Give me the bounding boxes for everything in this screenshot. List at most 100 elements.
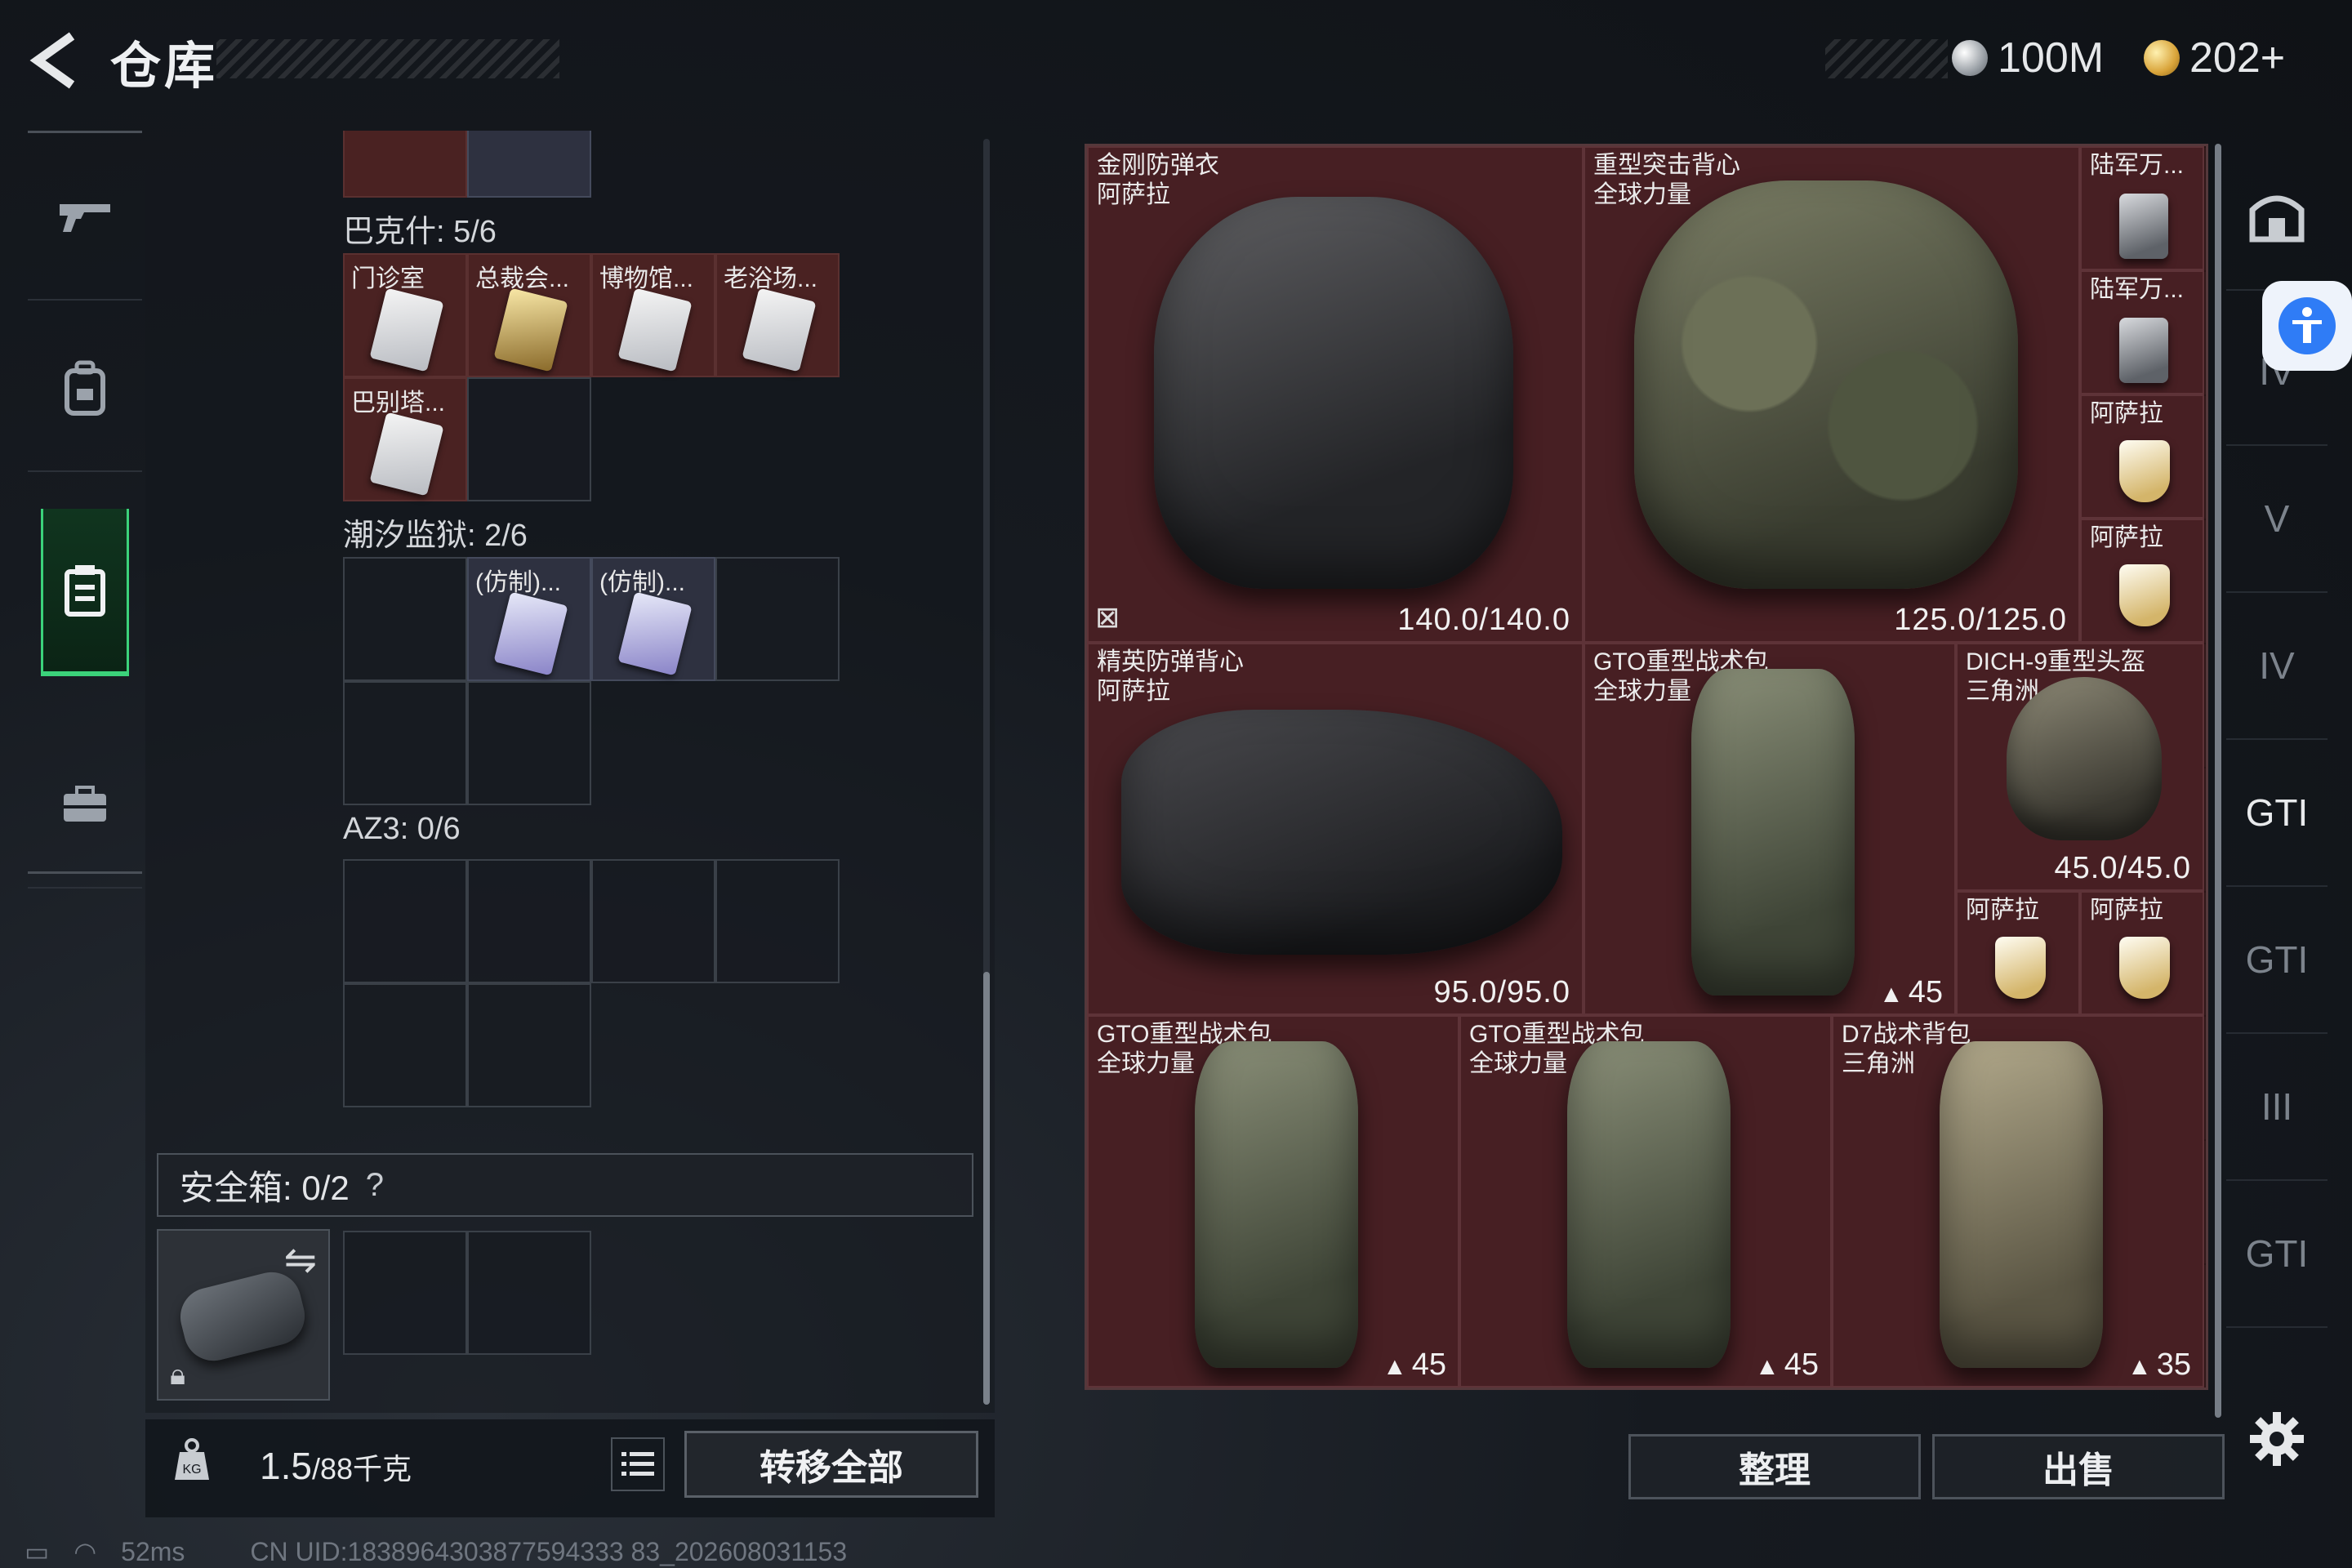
back-button[interactable]	[24, 29, 82, 91]
stash-item-helmet[interactable]: DICH-9重型头盔 三角洲 45.0/45.0	[1956, 643, 2204, 891]
item-faction: 全球力量	[1469, 1050, 1567, 1077]
keycard-slot[interactable]: 总裁会...	[467, 253, 591, 377]
container-scrollbar-thumb[interactable]	[983, 972, 990, 1405]
settings-button[interactable]	[2246, 1408, 2308, 1470]
item-name: 巴别塔...	[351, 390, 446, 416]
keycard-icon	[617, 287, 693, 372]
stash-item-armor[interactable]: 金刚防弹衣 阿萨拉 ⊠ 140.0/140.0	[1087, 146, 1584, 643]
category-briefcase[interactable]	[28, 721, 142, 889]
armor-image	[1634, 180, 2018, 589]
empty-slot[interactable]	[343, 983, 467, 1107]
stash-item-armor[interactable]: 重型突击背心 全球力量 125.0/125.0	[1584, 146, 2080, 643]
silver-currency[interactable]: 100M	[1952, 29, 2104, 87]
list-view-button[interactable]	[611, 1437, 665, 1491]
keycard-slot[interactable]: 博物馆...	[591, 253, 715, 377]
stash-tab[interactable]: GTI	[2226, 1181, 2328, 1328]
weight-icon: KG	[172, 1437, 212, 1486]
empty-slot[interactable]	[715, 557, 840, 681]
swap-icon[interactable]: ⇋	[284, 1237, 317, 1283]
stash-item-pack[interactable]: GTO重型战术包 全球力量 ▲ 45	[1584, 643, 1956, 1015]
item-name: 老浴场...	[724, 265, 818, 292]
silver-amount: 100M	[1998, 34, 2105, 82]
empty-slot[interactable]	[467, 859, 591, 983]
item-name: 金刚防弹衣	[1097, 152, 1219, 179]
organize-button[interactable]: 整理	[1628, 1434, 1921, 1499]
page-title: 仓库	[110, 38, 219, 95]
stash-item-small[interactable]: 阿萨拉	[2080, 394, 2204, 519]
stash-item-small[interactable]: 阿萨拉	[2080, 519, 2204, 643]
cup-image	[2119, 937, 2170, 999]
keycard-slot[interactable]: (仿制)...	[591, 557, 715, 681]
keycard-icon	[369, 412, 444, 497]
stash-item-small[interactable]: 阿萨拉	[1956, 891, 2080, 1015]
stash-item-small[interactable]: 陆军万...	[2080, 146, 2204, 270]
keycard-slot[interactable]: (仿制)...	[467, 557, 591, 681]
armor-image	[1121, 710, 1562, 955]
accessibility-button[interactable]	[2262, 281, 2352, 371]
container-label-bakshi: 巴克什: 5/6	[343, 215, 497, 249]
item-faction: 三角洲	[1842, 1050, 1915, 1077]
item-name: 阿萨拉	[2090, 524, 2163, 551]
weight-value: 1.5	[260, 1445, 312, 1487]
empty-slot[interactable]	[343, 681, 467, 805]
gold-currency[interactable]: 202+	[2144, 29, 2285, 87]
stash-tab[interactable]: III	[2226, 1034, 2328, 1181]
keycard-slot[interactable]: 巴别塔...	[343, 377, 467, 501]
keycard-slot[interactable]: 老浴场...	[715, 253, 840, 377]
help-icon[interactable]: ?	[366, 1167, 384, 1204]
stash-tab[interactable]: IV	[2226, 593, 2328, 740]
safe-box-slot[interactable]	[343, 1231, 467, 1355]
device-image	[2119, 194, 2168, 259]
stash-tab-home[interactable]	[2226, 144, 2328, 291]
category-backpack[interactable]	[28, 305, 142, 472]
ping-text: 52ms	[121, 1536, 185, 1566]
category-weapons[interactable]	[28, 133, 142, 301]
stash-item-armor[interactable]: 精英防弹背心 阿萨拉 95.0/95.0	[1087, 643, 1584, 1015]
item-faction: 全球力量	[1593, 678, 1691, 705]
item-capacity: ▲ 45	[1383, 1348, 1446, 1383]
capacity-value: 45	[1908, 975, 1943, 1009]
device-image	[2119, 318, 2168, 383]
bag-icon: ▲	[1383, 1353, 1407, 1380]
empty-slot[interactable]	[715, 859, 840, 983]
item-name: 精英防弹背心	[1097, 648, 1244, 675]
safe-box-label: 安全箱: 0/2	[180, 1168, 350, 1207]
weight-max: /88千克	[311, 1452, 412, 1486]
category-containers[interactable]	[41, 509, 129, 676]
safe-box-case[interactable]: ⇋ 🔒︎	[157, 1229, 330, 1401]
empty-slot[interactable]	[467, 983, 591, 1107]
accessibility-icon	[2278, 297, 2336, 354]
safe-box-slot[interactable]	[467, 1231, 591, 1355]
empty-slot[interactable]	[591, 859, 715, 983]
stash-item-pack[interactable]: GTO重型战术包 全球力量 ▲ 45	[1459, 1015, 1832, 1388]
container-panel: 巴克什: 5/6 门诊室 总裁会... 博物馆... 老浴场... 巴别塔...…	[145, 131, 995, 1413]
empty-slot[interactable]	[467, 377, 591, 501]
stash-item-pack[interactable]: D7战术背包 三角洲 ▲ 35	[1832, 1015, 2204, 1388]
item-durability: 125.0/125.0	[1894, 603, 2067, 637]
partial-item-slot[interactable]	[467, 131, 591, 198]
keycard-icon	[617, 591, 693, 676]
battery-icon: ▭	[24, 1537, 50, 1566]
gold-coin-icon	[2144, 40, 2180, 76]
cup-image	[1995, 937, 2046, 999]
stash-tab[interactable]: GTI	[2226, 887, 2328, 1034]
container-label-tidal-prison: 潮汐监狱: 2/6	[343, 519, 528, 553]
stash-item-small[interactable]: 陆军万...	[2080, 270, 2204, 394]
stash-item-pack[interactable]: GTO重型战术包 全球力量 ▲ 45	[1087, 1015, 1459, 1388]
transfer-all-button[interactable]: 转移全部	[684, 1431, 978, 1498]
keycard-slot[interactable]: 门诊室	[343, 253, 467, 377]
sell-button[interactable]: 出售	[1932, 1434, 2225, 1499]
partial-item-slot[interactable]	[343, 131, 467, 198]
empty-slot[interactable]	[343, 859, 467, 983]
stash-item-small[interactable]: 阿萨拉	[2080, 891, 2204, 1015]
stash-tab[interactable]: V	[2226, 446, 2328, 593]
empty-slot[interactable]	[343, 557, 467, 681]
item-name: 重型突击背心	[1593, 152, 1740, 179]
empty-slot[interactable]	[467, 681, 591, 805]
armor-image	[1154, 197, 1513, 589]
stash-scrollbar[interactable]	[2215, 144, 2221, 1418]
item-capacity: ▲ 35	[2127, 1348, 2191, 1383]
pack-image	[1940, 1041, 2103, 1368]
bag-icon: ▲	[1755, 1353, 1780, 1380]
stash-tab[interactable]: GTI	[2226, 740, 2328, 887]
